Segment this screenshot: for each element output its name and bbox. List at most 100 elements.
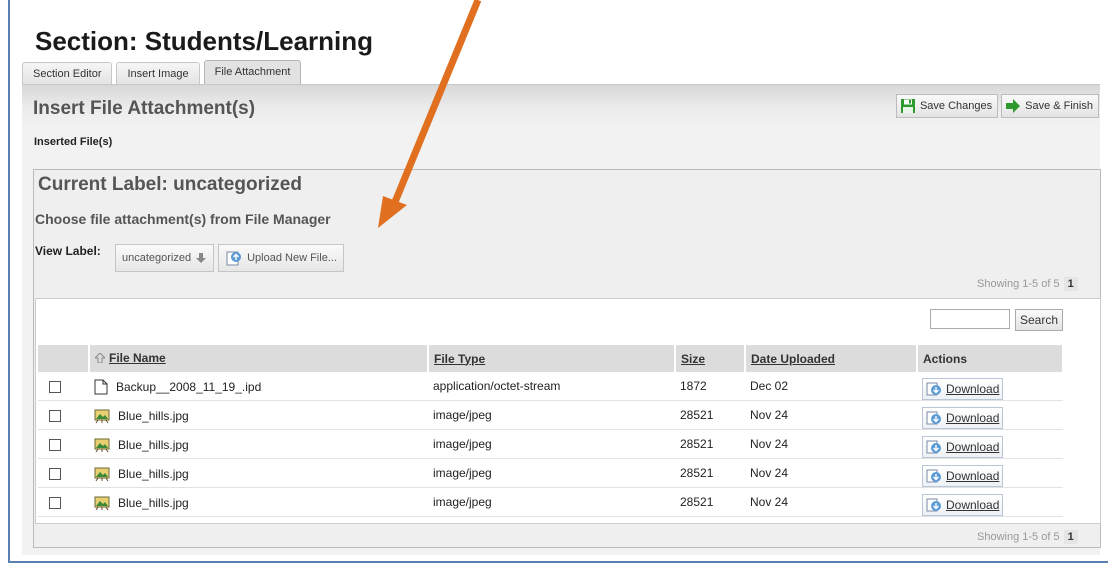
search-input[interactable] xyxy=(930,309,1010,329)
select-cell xyxy=(38,372,89,401)
actions-header: Actions xyxy=(917,345,1064,372)
arrow-right-icon xyxy=(1006,99,1021,113)
file-name[interactable]: Blue_hills.jpg xyxy=(118,438,189,452)
image-icon xyxy=(94,467,110,482)
size-cell: 28521 xyxy=(675,400,745,430)
file-name-cell: Blue_hills.jpg xyxy=(89,400,428,430)
view-label-dropdown[interactable]: uncategorized xyxy=(115,244,215,272)
table-row: Backup__2008_11_19_.ipd application/octet… xyxy=(38,372,1063,401)
file-name[interactable]: Blue_hills.jpg xyxy=(118,409,189,423)
table-row: Blue_hills.jpg image/jpeg 28521 Nov 24 Downl… xyxy=(38,400,1063,430)
save-finish-label: Save & Finish xyxy=(1025,100,1093,112)
select-cell xyxy=(38,429,89,459)
size-header[interactable]: Size xyxy=(675,345,746,372)
search-button[interactable]: Search xyxy=(1015,309,1063,331)
sort-up-icon xyxy=(95,353,105,363)
table-row: Blue_hills.jpg image/jpeg 28521 Nov 24 Downl… xyxy=(38,458,1063,488)
actions-cell: Download xyxy=(917,487,1063,517)
download-icon xyxy=(926,382,941,395)
tab-section-editor[interactable]: Section Editor xyxy=(22,62,113,85)
document-icon xyxy=(94,379,108,395)
size-cell: 28521 xyxy=(675,458,745,488)
upload-icon xyxy=(226,251,242,266)
file-type-cell: image/jpeg xyxy=(428,487,675,517)
download-label: Download xyxy=(946,468,1000,483)
download-button[interactable]: Download xyxy=(922,464,1004,487)
tab-file-attachment[interactable]: File Attachment xyxy=(203,60,302,86)
row-checkbox[interactable] xyxy=(49,497,61,509)
save-changes-label: Save Changes xyxy=(919,100,993,112)
page-number-link[interactable]: 1 xyxy=(1063,277,1078,291)
image-icon xyxy=(94,438,110,453)
download-button[interactable]: Download xyxy=(922,493,1004,516)
download-button[interactable]: Download xyxy=(922,435,1004,458)
table-row: Blue_hills.jpg image/jpeg 28521 Nov 24 Downl… xyxy=(38,487,1063,517)
size-sort-link[interactable]: Size xyxy=(681,352,705,366)
select-cell xyxy=(38,400,89,430)
download-icon xyxy=(926,469,941,482)
pagination-top: Showing 1-5 of 51 xyxy=(977,277,1078,291)
download-button[interactable]: Download xyxy=(922,377,1004,400)
file-name-cell: Blue_hills.jpg xyxy=(89,487,428,517)
tab-bar: Section Editor Insert Image File Attachm… xyxy=(22,60,305,86)
select-cell xyxy=(38,487,89,517)
row-checkbox[interactable] xyxy=(49,381,61,393)
file-name-sort-link[interactable]: File Name xyxy=(109,351,166,365)
download-label: Download xyxy=(946,439,1000,454)
download-button[interactable]: Download xyxy=(922,406,1004,429)
tab-insert-image[interactable]: Insert Image xyxy=(116,62,200,85)
file-name[interactable]: Blue_hills.jpg xyxy=(118,467,189,481)
floppy-disk-icon xyxy=(900,99,915,113)
file-name[interactable]: Blue_hills.jpg xyxy=(118,496,189,510)
table-header-row: File Name File Type Size Date Uploaded A… xyxy=(38,345,1064,372)
download-icon xyxy=(926,411,941,424)
file-type-cell: application/octet-stream xyxy=(428,372,675,401)
save-finish-button[interactable]: Save & Finish xyxy=(1001,94,1099,118)
file-name-cell: Blue_hills.jpg xyxy=(89,458,428,488)
file-name-cell: Backup__2008_11_19_.ipd xyxy=(89,372,428,401)
inserted-files-label: Inserted File(s) xyxy=(34,136,113,148)
file-name[interactable]: Backup__2008_11_19_.ipd xyxy=(116,380,261,394)
view-label-value: uncategorized xyxy=(122,252,192,264)
save-toolbar: Save Changes Save & Finish xyxy=(895,94,1099,118)
actions-cell: Download xyxy=(917,372,1063,401)
actions-cell: Download xyxy=(917,429,1063,459)
select-cell xyxy=(38,458,89,488)
current-label-heading: Current Label: uncategorized xyxy=(38,174,302,195)
download-icon xyxy=(926,498,941,511)
date-cell: Dec 02 xyxy=(745,372,917,401)
download-label: Download xyxy=(946,497,1000,512)
row-checkbox[interactable] xyxy=(49,468,61,480)
view-label-text: View Label: xyxy=(35,244,101,258)
file-table: File Name File Type Size Date Uploaded A… xyxy=(38,345,1064,517)
date-cell: Nov 24 xyxy=(745,458,917,488)
download-icon xyxy=(926,440,941,453)
showing-count: Showing 1-5 of 5 xyxy=(977,278,1060,290)
section-heading: Insert File Attachment(s) xyxy=(33,98,256,119)
size-cell: 28521 xyxy=(675,429,745,459)
view-label-controls: uncategorized Upload New File... xyxy=(115,244,344,272)
file-type-sort-link[interactable]: File Type xyxy=(434,352,485,366)
row-checkbox[interactable] xyxy=(49,410,61,422)
file-type-header[interactable]: File Type xyxy=(428,345,676,372)
date-cell: Nov 24 xyxy=(745,429,917,459)
image-icon xyxy=(94,409,110,424)
pagination-bottom: Showing 1-5 of 51 xyxy=(977,530,1078,544)
download-label: Download xyxy=(946,410,1000,425)
choose-instructions: Choose file attachment(s) from File Mana… xyxy=(35,211,331,227)
actions-cell: Download xyxy=(917,458,1063,488)
actions-cell: Download xyxy=(917,400,1063,430)
file-name-header[interactable]: File Name xyxy=(89,345,429,372)
table-row: Blue_hills.jpg image/jpeg 28521 Nov 24 Downl… xyxy=(38,429,1063,459)
download-label: Download xyxy=(946,381,1000,396)
file-type-cell: image/jpeg xyxy=(428,400,675,430)
select-column-header xyxy=(38,345,90,372)
date-header[interactable]: Date Uploaded xyxy=(745,345,918,372)
save-changes-button[interactable]: Save Changes xyxy=(895,94,999,118)
upload-label: Upload New File... xyxy=(247,252,337,264)
page-title: Section: Students/Learning xyxy=(35,26,374,56)
page-number-link-bottom[interactable]: 1 xyxy=(1063,530,1078,544)
upload-new-file-button[interactable]: Upload New File... xyxy=(218,244,344,272)
row-checkbox[interactable] xyxy=(49,439,61,451)
date-sort-link[interactable]: Date Uploaded xyxy=(751,352,835,366)
